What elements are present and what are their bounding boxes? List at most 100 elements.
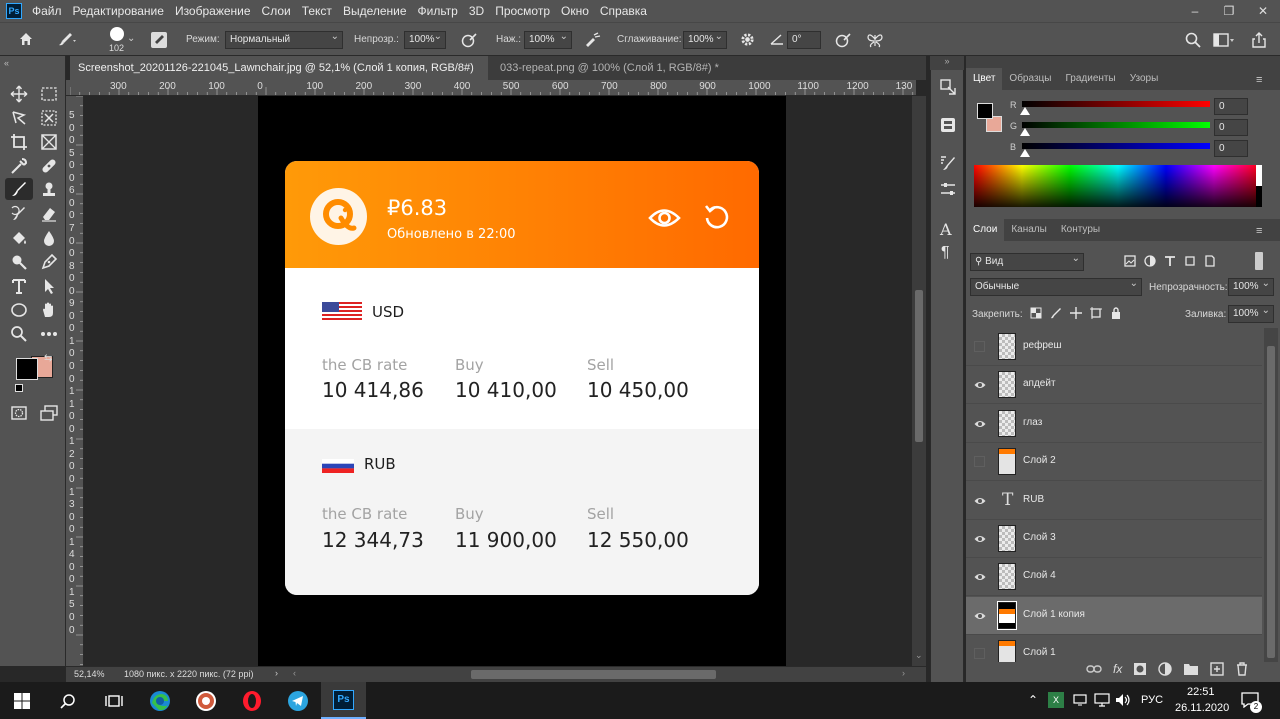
- vertical-scroll-thumb[interactable]: [915, 290, 923, 442]
- minimize-icon[interactable]: –: [1178, 4, 1212, 18]
- tab-paths[interactable]: Контуры: [1054, 219, 1107, 241]
- layers-scroll-thumb[interactable]: [1267, 346, 1275, 658]
- strip-collapse-icon[interactable]: »: [930, 56, 964, 70]
- layers-scrollbar[interactable]: [1264, 328, 1278, 662]
- properties-panel-icon[interactable]: [939, 116, 957, 134]
- obs-studio-icon[interactable]: [193, 688, 219, 714]
- paint-bucket-tool-icon[interactable]: [7, 227, 31, 249]
- spectrum-black-swatch[interactable]: [1256, 186, 1262, 207]
- brush-settings-icon[interactable]: [151, 32, 167, 48]
- adjustment-layer-icon[interactable]: [1158, 662, 1173, 676]
- opacity-field[interactable]: 100%: [404, 29, 446, 49]
- scroll-left-icon[interactable]: ‹: [293, 668, 296, 678]
- channel-r-slider[interactable]: [1022, 101, 1210, 107]
- pressure-size-icon[interactable]: [835, 32, 851, 48]
- layers-menu-icon[interactable]: ≡: [1256, 225, 1262, 237]
- tab-swatches[interactable]: Образцы: [1002, 68, 1058, 90]
- lock-position-icon[interactable]: [1070, 307, 1082, 319]
- move-tool-icon[interactable]: [7, 83, 31, 105]
- brush-settings-panel-icon[interactable]: [939, 154, 957, 172]
- menu-file[interactable]: Файл: [28, 0, 66, 22]
- language-indicator[interactable]: РУС: [1141, 694, 1163, 706]
- layer-row[interactable]: апдейт: [966, 366, 1262, 405]
- add-mask-icon[interactable]: [1133, 662, 1147, 676]
- lock-pixels-icon[interactable]: [1050, 307, 1062, 319]
- menu-3d[interactable]: 3D: [465, 0, 488, 22]
- eye-icon[interactable]: [974, 418, 986, 430]
- tab-document-1[interactable]: Screenshot_20201126-221045_Lawnchair.jpg…: [70, 56, 488, 98]
- eyedropper-tool-icon[interactable]: [7, 155, 31, 177]
- character-panel-icon[interactable]: A: [940, 220, 952, 239]
- workspace-icon[interactable]: [1213, 33, 1235, 47]
- tab-color[interactable]: Цвет: [966, 68, 1003, 90]
- panel-menu-icon[interactable]: ≡: [1256, 74, 1262, 86]
- layer-row[interactable]: Слой 2: [966, 443, 1262, 482]
- menu-edit[interactable]: Редактирование: [69, 0, 168, 22]
- healing-brush-tool-icon[interactable]: [37, 155, 61, 177]
- tray-app-icon[interactable]: X: [1048, 692, 1064, 708]
- filter-toggle[interactable]: [1255, 252, 1263, 270]
- home-icon[interactable]: [18, 31, 34, 47]
- menu-image[interactable]: Изображение: [171, 0, 255, 22]
- refresh-icon[interactable]: [703, 202, 731, 230]
- foreground-color-swatch[interactable]: [16, 358, 38, 380]
- clock-time[interactable]: 22:51: [1187, 686, 1215, 698]
- channel-slider-thumb[interactable]: [1020, 107, 1030, 115]
- blur-tool-icon[interactable]: [37, 227, 61, 249]
- gear-icon[interactable]: [740, 32, 755, 47]
- layer-opacity-field[interactable]: 100%: [1228, 276, 1274, 296]
- telegram-icon[interactable]: [285, 688, 311, 714]
- status-arrow-icon[interactable]: ›: [275, 668, 278, 678]
- tab-channels[interactable]: Каналы: [1004, 219, 1054, 241]
- search-icon[interactable]: [55, 688, 81, 714]
- tab-gradients[interactable]: Градиенты: [1058, 68, 1122, 90]
- flow-field[interactable]: 100%: [524, 29, 572, 49]
- layer-row[interactable]: T RUB: [966, 482, 1262, 520]
- hand-tool-icon[interactable]: [37, 299, 61, 321]
- marquee-tool-icon[interactable]: [37, 83, 61, 105]
- pressure-opacity-icon[interactable]: [461, 32, 477, 48]
- share-icon[interactable]: [1251, 32, 1267, 48]
- collapse-arrows-icon[interactable]: «: [4, 58, 9, 68]
- layer-row[interactable]: Слой 1: [966, 635, 1262, 662]
- quick-mask-icon[interactable]: [7, 402, 31, 424]
- channel-b-slider[interactable]: [1022, 143, 1210, 149]
- filter-pixel-icon[interactable]: [1124, 255, 1136, 267]
- eye-icon[interactable]: [974, 533, 986, 545]
- close-icon[interactable]: ✕: [1246, 4, 1280, 18]
- path-select-tool-icon[interactable]: [37, 275, 61, 297]
- brush-preset-icon[interactable]: [57, 31, 77, 47]
- scroll-down-icon[interactable]: ⌄: [915, 650, 923, 661]
- dodge-tool-icon[interactable]: [7, 251, 31, 273]
- symmetry-butterfly-icon[interactable]: [866, 32, 884, 48]
- pen-tool-icon[interactable]: [37, 251, 61, 273]
- filter-shape-icon[interactable]: [1184, 255, 1196, 267]
- layer-name[interactable]: Слой 2: [1023, 455, 1056, 466]
- delete-layer-icon[interactable]: [1235, 662, 1249, 676]
- network-icon[interactable]: [1094, 693, 1110, 707]
- menu-select[interactable]: Выделение: [339, 0, 411, 22]
- tray-display-icon[interactable]: [1073, 694, 1087, 706]
- tab-document-2[interactable]: 033-repeat.png @ 100% (Слой 1, RGB/8#) *…: [492, 56, 732, 98]
- channel-r-value[interactable]: 0: [1214, 98, 1248, 115]
- layer-row[interactable]: Слой 4: [966, 558, 1262, 597]
- airbrush-icon[interactable]: [583, 32, 601, 48]
- layer-name[interactable]: апдейт: [1023, 378, 1056, 389]
- smoothing-field[interactable]: 100%: [683, 29, 727, 49]
- windows-start-icon[interactable]: [9, 688, 35, 714]
- menu-view[interactable]: Просмотр: [491, 0, 554, 22]
- filter-smartobject-icon[interactable]: [1204, 255, 1216, 267]
- frame-tool-icon[interactable]: [37, 131, 61, 153]
- channel-slider-thumb[interactable]: [1020, 149, 1030, 157]
- visibility-toggle[interactable]: [974, 456, 985, 468]
- ellipse-tool-icon[interactable]: [7, 299, 31, 321]
- clock-date[interactable]: 26.11.2020: [1175, 702, 1229, 714]
- layer-name[interactable]: RUB: [1023, 494, 1044, 505]
- layer-name[interactable]: глаз: [1023, 417, 1042, 428]
- tray-chevron-up-icon[interactable]: ⌃: [1028, 693, 1038, 707]
- search-icon[interactable]: [1185, 32, 1201, 48]
- object-select-tool-icon[interactable]: [37, 107, 61, 129]
- channel-slider-thumb[interactable]: [1020, 128, 1030, 136]
- visibility-toggle[interactable]: [974, 341, 985, 352]
- lock-artboard-icon[interactable]: [1090, 307, 1102, 319]
